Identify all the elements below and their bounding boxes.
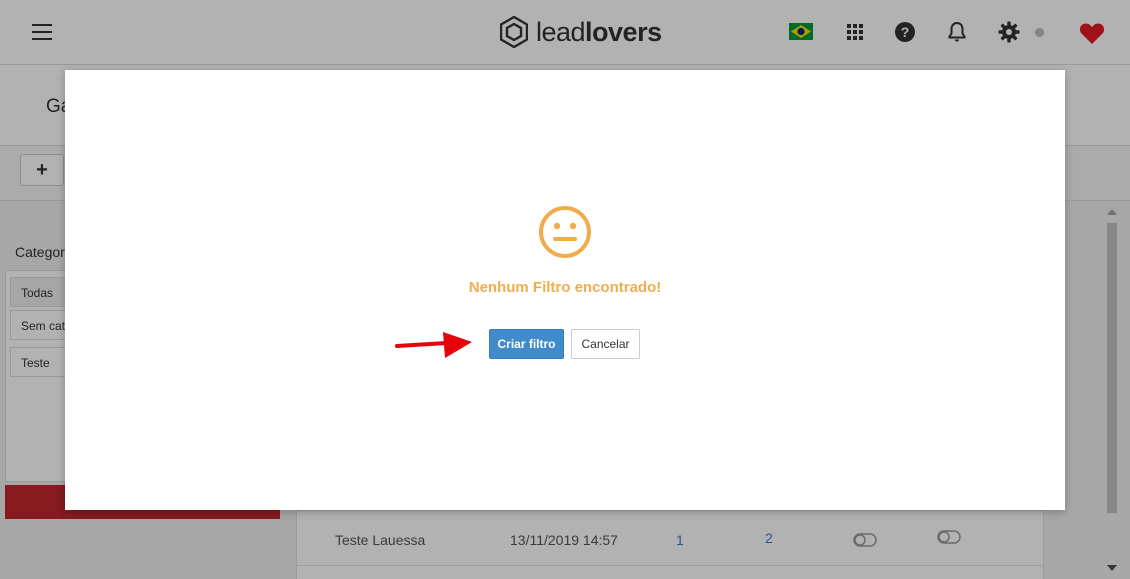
create-filter-button[interactable]: Criar filtro <box>489 329 564 359</box>
no-filter-modal: Nenhum Filtro encontrado! Criar filtro C… <box>65 70 1065 510</box>
cancel-button[interactable]: Cancelar <box>571 329 640 359</box>
red-arrow-icon <box>395 332 472 358</box>
no-filter-message: Nenhum Filtro encontrado! <box>468 279 662 296</box>
neutral-face-icon <box>539 206 591 258</box>
